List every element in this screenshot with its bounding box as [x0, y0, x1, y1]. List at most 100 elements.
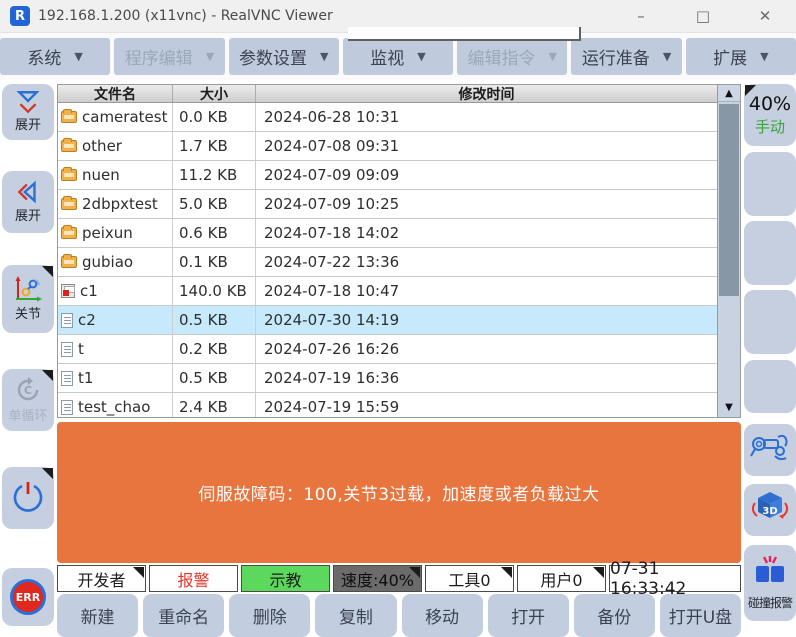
status-alarm[interactable]: 报警 — [149, 565, 238, 592]
table-row[interactable]: cameratest 0.0 KB 2024-06-28 10:31 — [58, 103, 717, 132]
document-icon — [61, 342, 73, 357]
menu-extension[interactable]: 扩展 ▼ — [686, 38, 796, 75]
column-header-name[interactable]: 文件名 — [58, 84, 172, 104]
status-user-level[interactable]: 开发者 — [57, 565, 146, 592]
delete-button[interactable]: 删除 — [229, 594, 310, 637]
corner-mark-icon — [42, 266, 53, 277]
status-bar: 开发者 报警 示教 速度:40% 工具0 用户0 07-31 16:33:42 — [57, 565, 741, 592]
file-modified: 2024-07-18 14:02 — [256, 219, 717, 247]
table-row-selected[interactable]: c2 0.5 KB 2024-07-30 14:19 — [58, 306, 717, 335]
backup-button[interactable]: 备份 — [574, 594, 655, 637]
status-mode-teach[interactable]: 示教 — [241, 565, 330, 592]
cube-3d-icon: 3D — [749, 489, 791, 531]
menu-system[interactable]: 系统 ▼ — [0, 38, 110, 75]
speed-value: 40% — [749, 93, 791, 115]
rail-button-empty[interactable] — [744, 360, 796, 413]
column-header-modified[interactable]: 修改时间 — [256, 84, 717, 104]
file-name: c1 — [80, 282, 98, 300]
menu-monitor[interactable]: 监视 ▼ — [343, 38, 453, 75]
file-name: gubiao — [82, 253, 133, 271]
folder-icon — [61, 140, 77, 152]
rail-button-empty[interactable] — [744, 152, 796, 216]
speed-mode-button[interactable]: 40% 手动 — [744, 84, 796, 146]
menu-label: 监视 — [370, 44, 404, 69]
table-row[interactable]: c1 140.0 KB 2024-07-18 10:47 — [58, 277, 717, 306]
file-name: t1 — [78, 369, 93, 387]
menu-run-prepare[interactable]: 运行准备 ▼ — [571, 38, 681, 75]
minimize-icon[interactable]: – — [610, 0, 672, 32]
scrollbar-thumb[interactable] — [719, 104, 739, 296]
status-tool-text: 工具0 — [448, 567, 490, 591]
column-header-size[interactable]: 大小 — [172, 85, 256, 102]
collision-alarm-label: 碰撞报警 — [748, 594, 792, 611]
scroll-up-icon[interactable]: ▲ — [718, 85, 740, 102]
rename-button[interactable]: 重命名 — [143, 594, 224, 637]
status-speed[interactable]: 速度:40% — [333, 565, 422, 592]
expand-down-button[interactable]: 展开 — [2, 84, 54, 140]
menu-parameter-settings[interactable]: 参数设置 ▼ — [229, 38, 339, 75]
table-row[interactable]: t1 0.5 KB 2024-07-19 16:36 — [58, 364, 717, 393]
status-clock: 07-31 16:33:42 — [609, 565, 741, 592]
dropdown-remnant — [348, 27, 581, 41]
close-icon[interactable]: ✕ — [734, 0, 796, 32]
menu-label: 扩展 — [713, 44, 747, 69]
hand-guide-button[interactable] — [744, 424, 796, 476]
status-user-frame[interactable]: 用户0 — [517, 565, 606, 592]
file-modified: 2024-07-08 09:31 — [256, 132, 717, 160]
file-size: 0.6 KB — [172, 219, 256, 247]
chevron-down-icon: ▼ — [320, 50, 328, 63]
table-row[interactable]: test_chao 2.4 KB 2024-07-19 15:59 — [58, 393, 717, 418]
error-button[interactable]: ERR — [2, 568, 54, 626]
open-usb-button[interactable]: 打开U盘 — [660, 594, 741, 637]
table-scrollbar[interactable]: ▲ ▼ — [717, 84, 741, 418]
menu-label: 编辑指令 — [468, 44, 536, 69]
file-modified: 2024-07-19 16:36 — [256, 364, 717, 392]
file-name: t — [78, 340, 84, 358]
menu-label: 系统 — [27, 44, 61, 69]
file-size: 1.7 KB — [172, 132, 256, 160]
folder-icon — [61, 227, 77, 239]
status-clock-text: 07-31 16:33:42 — [610, 559, 740, 599]
corner-mark-icon — [745, 85, 756, 96]
maximize-icon[interactable]: □ — [672, 0, 734, 32]
folder-icon — [61, 198, 77, 210]
table-row[interactable]: gubiao 0.1 KB 2024-07-22 13:36 — [58, 248, 717, 277]
document-icon — [61, 400, 73, 415]
view-3d-button[interactable]: 3D — [744, 484, 796, 536]
file-modified: 2024-07-09 09:09 — [256, 161, 717, 189]
status-tool[interactable]: 工具0 — [425, 565, 514, 592]
status-mode-text: 示教 — [269, 567, 301, 591]
expand-left-button[interactable]: 展开 — [2, 171, 54, 233]
table-row[interactable]: 2dbpxtest 5.0 KB 2024-07-09 10:25 — [58, 190, 717, 219]
single-cycle-label: 单循环 — [8, 410, 47, 424]
collision-alarm-button[interactable]: 碰撞报警 — [744, 545, 796, 621]
collision-icon — [752, 555, 788, 593]
file-name: other — [82, 137, 122, 155]
menu-label: 参数设置 — [239, 44, 307, 69]
file-modified: 2024-07-18 10:47 — [256, 277, 717, 305]
table-row[interactable]: nuen 11.2 KB 2024-07-09 09:09 — [58, 161, 717, 190]
power-icon — [11, 479, 45, 517]
file-name: peixun — [82, 224, 133, 242]
move-button[interactable]: 移动 — [402, 594, 483, 637]
status-alarm-text: 报警 — [177, 567, 209, 591]
folder-icon — [61, 256, 77, 268]
robot-joint-icon — [13, 275, 43, 307]
rail-button-empty[interactable] — [744, 221, 796, 285]
chevron-down-icon: ▼ — [74, 50, 82, 63]
joint-coordinate-button[interactable]: 关节 — [2, 265, 54, 333]
table-row[interactable]: peixun 0.6 KB 2024-07-18 14:02 — [58, 219, 717, 248]
open-button[interactable]: 打开 — [488, 594, 569, 637]
new-button[interactable]: 新建 — [57, 594, 138, 637]
corner-mark-icon — [42, 370, 53, 381]
double-chevron-down-icon — [15, 90, 41, 118]
double-chevron-left-icon — [15, 179, 41, 209]
menu-label: 程序编辑 — [125, 44, 193, 69]
rail-button-empty[interactable] — [744, 290, 796, 354]
file-size: 5.0 KB — [172, 190, 256, 218]
table-row[interactable]: other 1.7 KB 2024-07-08 09:31 — [58, 132, 717, 161]
table-row[interactable]: t 0.2 KB 2024-07-26 16:26 — [58, 335, 717, 364]
scroll-down-icon[interactable]: ▼ — [718, 402, 740, 413]
servo-power-button[interactable] — [2, 467, 54, 529]
copy-button[interactable]: 复制 — [315, 594, 396, 637]
